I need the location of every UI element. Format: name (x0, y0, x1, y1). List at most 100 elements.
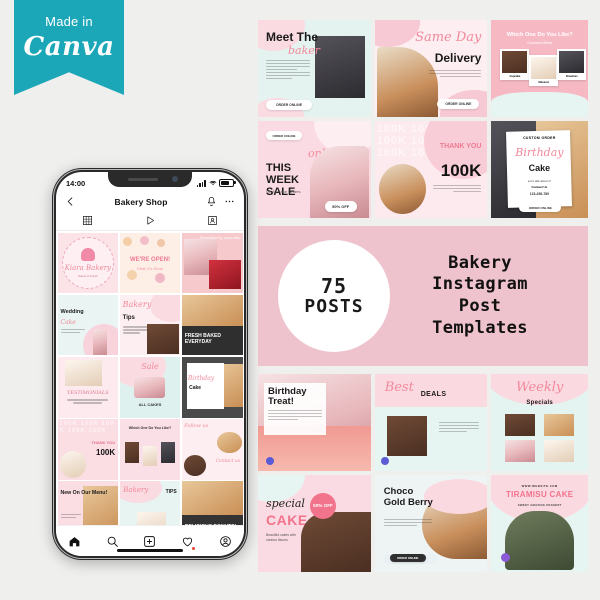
post-sublabel: 100K (96, 448, 116, 458)
template-script-title: Best (384, 380, 414, 395)
post-cell-wedding-cake[interactable]: Wedding Cake (57, 294, 119, 356)
post-label: Birthday (187, 375, 215, 383)
template-birthday-treat[interactable]: Birthday Treat! (258, 374, 371, 471)
post-cell-strawberry-cupcake[interactable]: Strawberry cupcake (181, 232, 243, 294)
collage-bottom-grid: Birthday Treat! Best DEALS Weekly Specia… (258, 374, 588, 572)
back-chevron-icon[interactable] (65, 196, 76, 207)
post-cell-which-one-do-you-like[interactable]: Which One Do You Like? (119, 419, 181, 480)
post-sublabel: Cake (189, 384, 202, 391)
option-card-cupcake[interactable]: Cupcake (500, 49, 530, 80)
status-time: 14:00 (66, 178, 86, 188)
made-in-canva-badge: Made in Canva (14, 0, 124, 95)
post-label: WE'RE OPEN! (129, 256, 171, 263)
option-card-macaron[interactable]: Macaron (529, 55, 559, 86)
contact-label: Contact Us (531, 185, 548, 189)
template-collage: Meet The baker ORDER ONLINE Same Day Del… (258, 20, 588, 580)
post-sublabel: Contact us (215, 458, 241, 464)
template-title: DEALS (420, 391, 447, 398)
post-label: Wedding (60, 309, 84, 316)
template-this-week-sale[interactable]: ORDER ONLINE only THIS WEEK SALE On All … (258, 121, 371, 218)
status-bar: 14:00 (56, 172, 244, 192)
template-weekly-specials[interactable]: Weekly Specials (491, 374, 588, 471)
nav-activity[interactable] (181, 535, 196, 550)
play-icon (146, 216, 154, 225)
post-label: Strawberry cupcake (199, 234, 241, 240)
tagged-person-icon (208, 216, 218, 225)
bell-icon[interactable] (206, 196, 217, 207)
heart-icon (183, 537, 193, 546)
discount-button[interactable]: 50% OFF (324, 201, 357, 212)
nav-create[interactable] (143, 535, 156, 548)
order-online-button[interactable]: ORDER ONLINE (266, 100, 312, 110)
template-custom-order-birthday-cake[interactable]: CUSTOM ORDER Birthday Cake Let's talk ab… (491, 121, 588, 218)
post-label: Bakery (123, 486, 149, 495)
post-label: Kiara Bakery (64, 264, 112, 273)
profile-tabs (56, 211, 244, 231)
post-cell-were-open[interactable]: WE'RE OPEN! Visit Us Now (119, 232, 181, 294)
post-cell-testimonials[interactable]: TESTIMONIALS (57, 356, 119, 418)
post-cell-sale-of-the-week[interactable]: Sale ALL CAKES (119, 356, 181, 418)
post-label: TESTIMONIALS (67, 389, 109, 396)
template-which-one-do-you-like[interactable]: Which One Do You Like? Comments Below Cu… (491, 20, 588, 117)
template-thank-you-100k[interactable]: 100K 100K 100K 100K 100K 100K 100K 100K … (374, 121, 488, 218)
template-choco-gold-berry[interactable]: Choco Gold Berry ORDER ONLINE (374, 475, 488, 572)
template-special-cake[interactable]: special CAKE Beautiful cakes with variou… (258, 475, 371, 572)
banner-title-line-3: Post (458, 296, 502, 316)
nav-profile[interactable] (219, 535, 232, 548)
post-cell-bakery-tips[interactable]: Bakery Tips (119, 294, 181, 356)
badge-made-in-label: Made in (45, 14, 93, 29)
activity-notification-dot (192, 546, 196, 550)
discount-badge: 50% OFF (310, 493, 336, 519)
template-subtitle: Comments Below (527, 41, 553, 45)
phone-screen: 14:00 Bakery Shop Kiara Bakery Sweet & F… (56, 172, 244, 556)
banner-title-line-2: Instagram (432, 274, 528, 295)
template-title: Cake (528, 163, 551, 173)
template-script-title: Weekly (516, 380, 564, 395)
template-same-day-delivery[interactable]: Same Day Delivery ORDER ONLINE (374, 20, 488, 117)
template-title: Specials (526, 400, 554, 406)
template-tiramisu-cake[interactable]: WWW.WEBSITE.COM TIRAMISU CAKE SWEET AMAZ… (491, 475, 588, 572)
post-cell-birthday-cake-custom[interactable]: Birthday Cake (181, 356, 243, 418)
post-label: New On Our Menu! (60, 489, 108, 496)
website-url: WWW.WEBSITE.COM (521, 484, 558, 488)
posts-count-badge: 75 POSTS (278, 240, 390, 352)
option-label: Brownies (566, 74, 578, 78)
home-icon (69, 536, 80, 546)
order-online-button[interactable]: ORDER ONLINE (389, 554, 426, 562)
banner-title-line-1: Bakery (448, 252, 512, 273)
tab-tagged[interactable] (181, 215, 244, 226)
nav-home[interactable] (68, 535, 81, 548)
grid-icon (82, 216, 92, 225)
template-script-title: baker (288, 44, 321, 57)
option-card-brownies[interactable]: Brownies (557, 49, 587, 80)
template-subtitle: Beautiful cakes with various flavors (266, 533, 296, 542)
tab-grid[interactable] (56, 215, 119, 226)
post-sublabel: Cake (60, 318, 76, 326)
signal-bars-icon (196, 180, 206, 188)
nav-search[interactable] (106, 535, 119, 548)
app-header: Bakery Shop (56, 192, 244, 211)
order-online-button[interactable]: ORDER ONLINE (437, 99, 480, 109)
post-label: FRESH BAKED EVERYDAY (184, 333, 221, 345)
post-sublabel: TIPS (165, 488, 177, 495)
banner-title-line-4: Templates (432, 317, 528, 338)
post-cell-kiara-bakery-logo[interactable]: Kiara Bakery Sweet & Fresh (57, 232, 119, 294)
post-cell-fresh-baked-everyday[interactable]: FRESH BAKED EVERYDAY (181, 294, 243, 356)
template-meet-the-baker[interactable]: Meet The baker ORDER ONLINE (258, 20, 371, 117)
profile-icon (219, 535, 231, 547)
app-title: Bakery Shop (114, 196, 168, 207)
template-title: Choco Gold Berry (383, 486, 433, 508)
tab-reels[interactable] (119, 215, 182, 226)
post-cell-follow-contact-us[interactable]: Follow us Contact us (181, 419, 243, 480)
template-best-deals[interactable]: Best DEALS (374, 374, 488, 471)
post-cell-thank-you-100k[interactable]: 100K 100K 100K 100K 100K THANK YOU 100K (57, 419, 119, 480)
post-label: Sale (141, 361, 159, 371)
battery-icon (219, 178, 236, 188)
more-options-icon[interactable] (224, 196, 235, 207)
option-label: Cupcake (509, 74, 521, 78)
status-icons (196, 178, 236, 188)
order-online-button[interactable]: ORDER ONLINE (519, 203, 562, 212)
post-label: Which One Do You Like? (128, 426, 172, 431)
phone-mockup: 14:00 Bakery Shop Kiara Bakery Sweet & F… (52, 168, 248, 560)
order-online-tag[interactable]: ORDER ONLINE (266, 131, 302, 140)
